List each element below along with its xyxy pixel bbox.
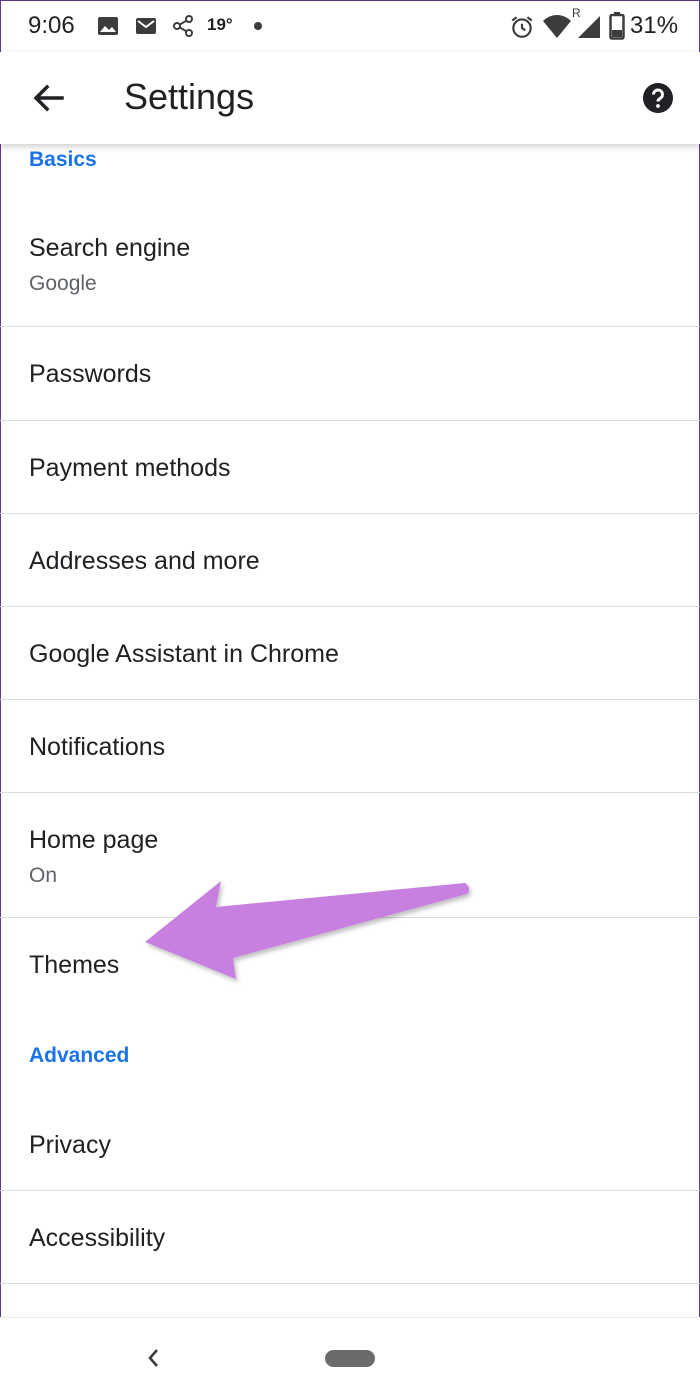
annotation-arrow-icon — [145, 881, 470, 979]
